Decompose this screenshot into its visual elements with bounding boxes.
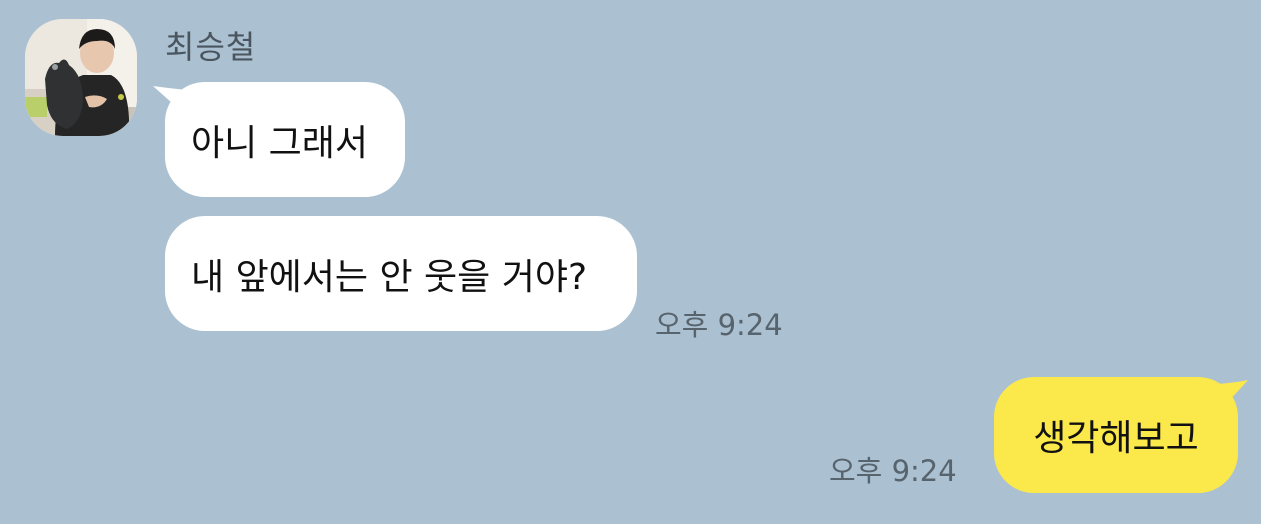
message-text: 아니 그래서 — [191, 122, 369, 164]
message-text: 생각해보고 — [1033, 418, 1199, 459]
message-bubble-incoming[interactable]: 내 앞에서는 안 웃을 거야? — [165, 216, 637, 331]
sender-name: 최승철 — [165, 28, 257, 66]
message-text: 내 앞에서는 안 웃을 거야? — [191, 256, 588, 298]
message-timestamp: 오후 9:24 — [655, 308, 783, 342]
profile-photo-icon — [25, 19, 137, 136]
message-timestamp: 오후 9:24 — [829, 454, 957, 488]
message-bubble-outgoing[interactable]: 생각해보고 — [994, 377, 1238, 493]
sender-avatar[interactable] — [25, 19, 137, 136]
message-bubble-incoming[interactable]: 아니 그래서 — [165, 82, 405, 197]
chat-room: 최승철 아니 그래서 내 앞에서는 안 웃을 거야? 오후 9:24 생각해보고… — [0, 0, 1261, 524]
